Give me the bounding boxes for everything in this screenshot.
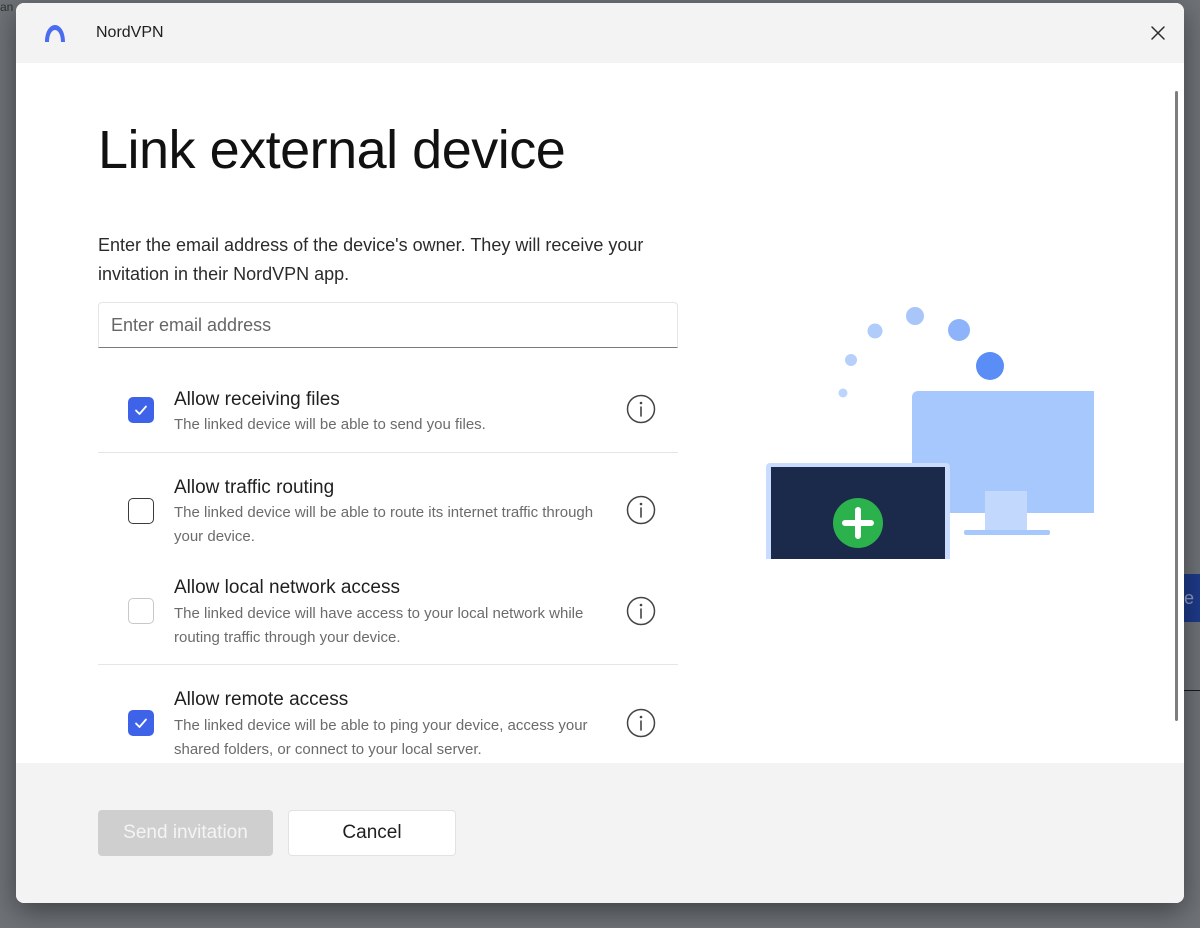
info-icon[interactable]	[626, 495, 656, 525]
close-icon	[1151, 26, 1165, 40]
option-description: The linked device will be able to route …	[174, 504, 594, 545]
checkbox-receiving-files[interactable]	[128, 397, 154, 423]
scrollbar[interactable]	[1175, 91, 1178, 721]
link-device-dialog: NordVPN Link external device Enter the e…	[16, 3, 1184, 903]
checkbox-local-network-access[interactable]	[128, 598, 154, 624]
cancel-button[interactable]: Cancel	[288, 810, 456, 856]
checkmark-icon	[135, 718, 147, 728]
option-title: Allow receiving files	[174, 389, 340, 410]
backdrop-text-fragment: e	[1183, 588, 1194, 608]
linked-devices-illustration	[766, 307, 1094, 559]
title-bar: NordVPN	[16, 3, 1184, 63]
option-traffic-routing: Allow traffic routing The linked device …	[98, 453, 678, 553]
email-input[interactable]	[98, 302, 678, 348]
option-local-network-access: Allow local network access The linked de…	[98, 553, 678, 665]
dialog-content: Link external device Enter the email add…	[16, 63, 1184, 763]
checkbox-traffic-routing[interactable]	[128, 498, 154, 524]
info-icon[interactable]	[626, 394, 656, 424]
page-title: Link external device	[98, 120, 566, 180]
option-title: Allow traffic routing	[174, 477, 335, 498]
backdrop-window-fragment: an	[0, 0, 14, 14]
checkbox-remote-access[interactable]	[128, 710, 154, 736]
option-description: The linked device will be able to send y…	[174, 416, 486, 433]
close-button[interactable]	[1142, 17, 1174, 49]
option-title: Allow local network access	[174, 577, 400, 598]
info-icon[interactable]	[626, 708, 656, 738]
dialog-footer: Send invitation Cancel	[16, 763, 1184, 903]
app-title: NordVPN	[96, 24, 164, 41]
nordvpn-logo-icon	[45, 25, 65, 42]
option-remote-access: Allow remote access The linked device wi…	[98, 665, 678, 763]
option-description: The linked device will have access to yo…	[174, 605, 584, 646]
option-receiving-files: Allow receiving files The linked device …	[98, 375, 678, 453]
option-description: The linked device will be able to ping y…	[174, 717, 588, 758]
send-invitation-button[interactable]: Send invitation	[98, 810, 273, 856]
checkmark-icon	[135, 405, 147, 415]
description-text: Enter the email address of the device's …	[98, 235, 644, 284]
info-icon[interactable]	[626, 596, 656, 626]
option-title: Allow remote access	[174, 689, 349, 710]
